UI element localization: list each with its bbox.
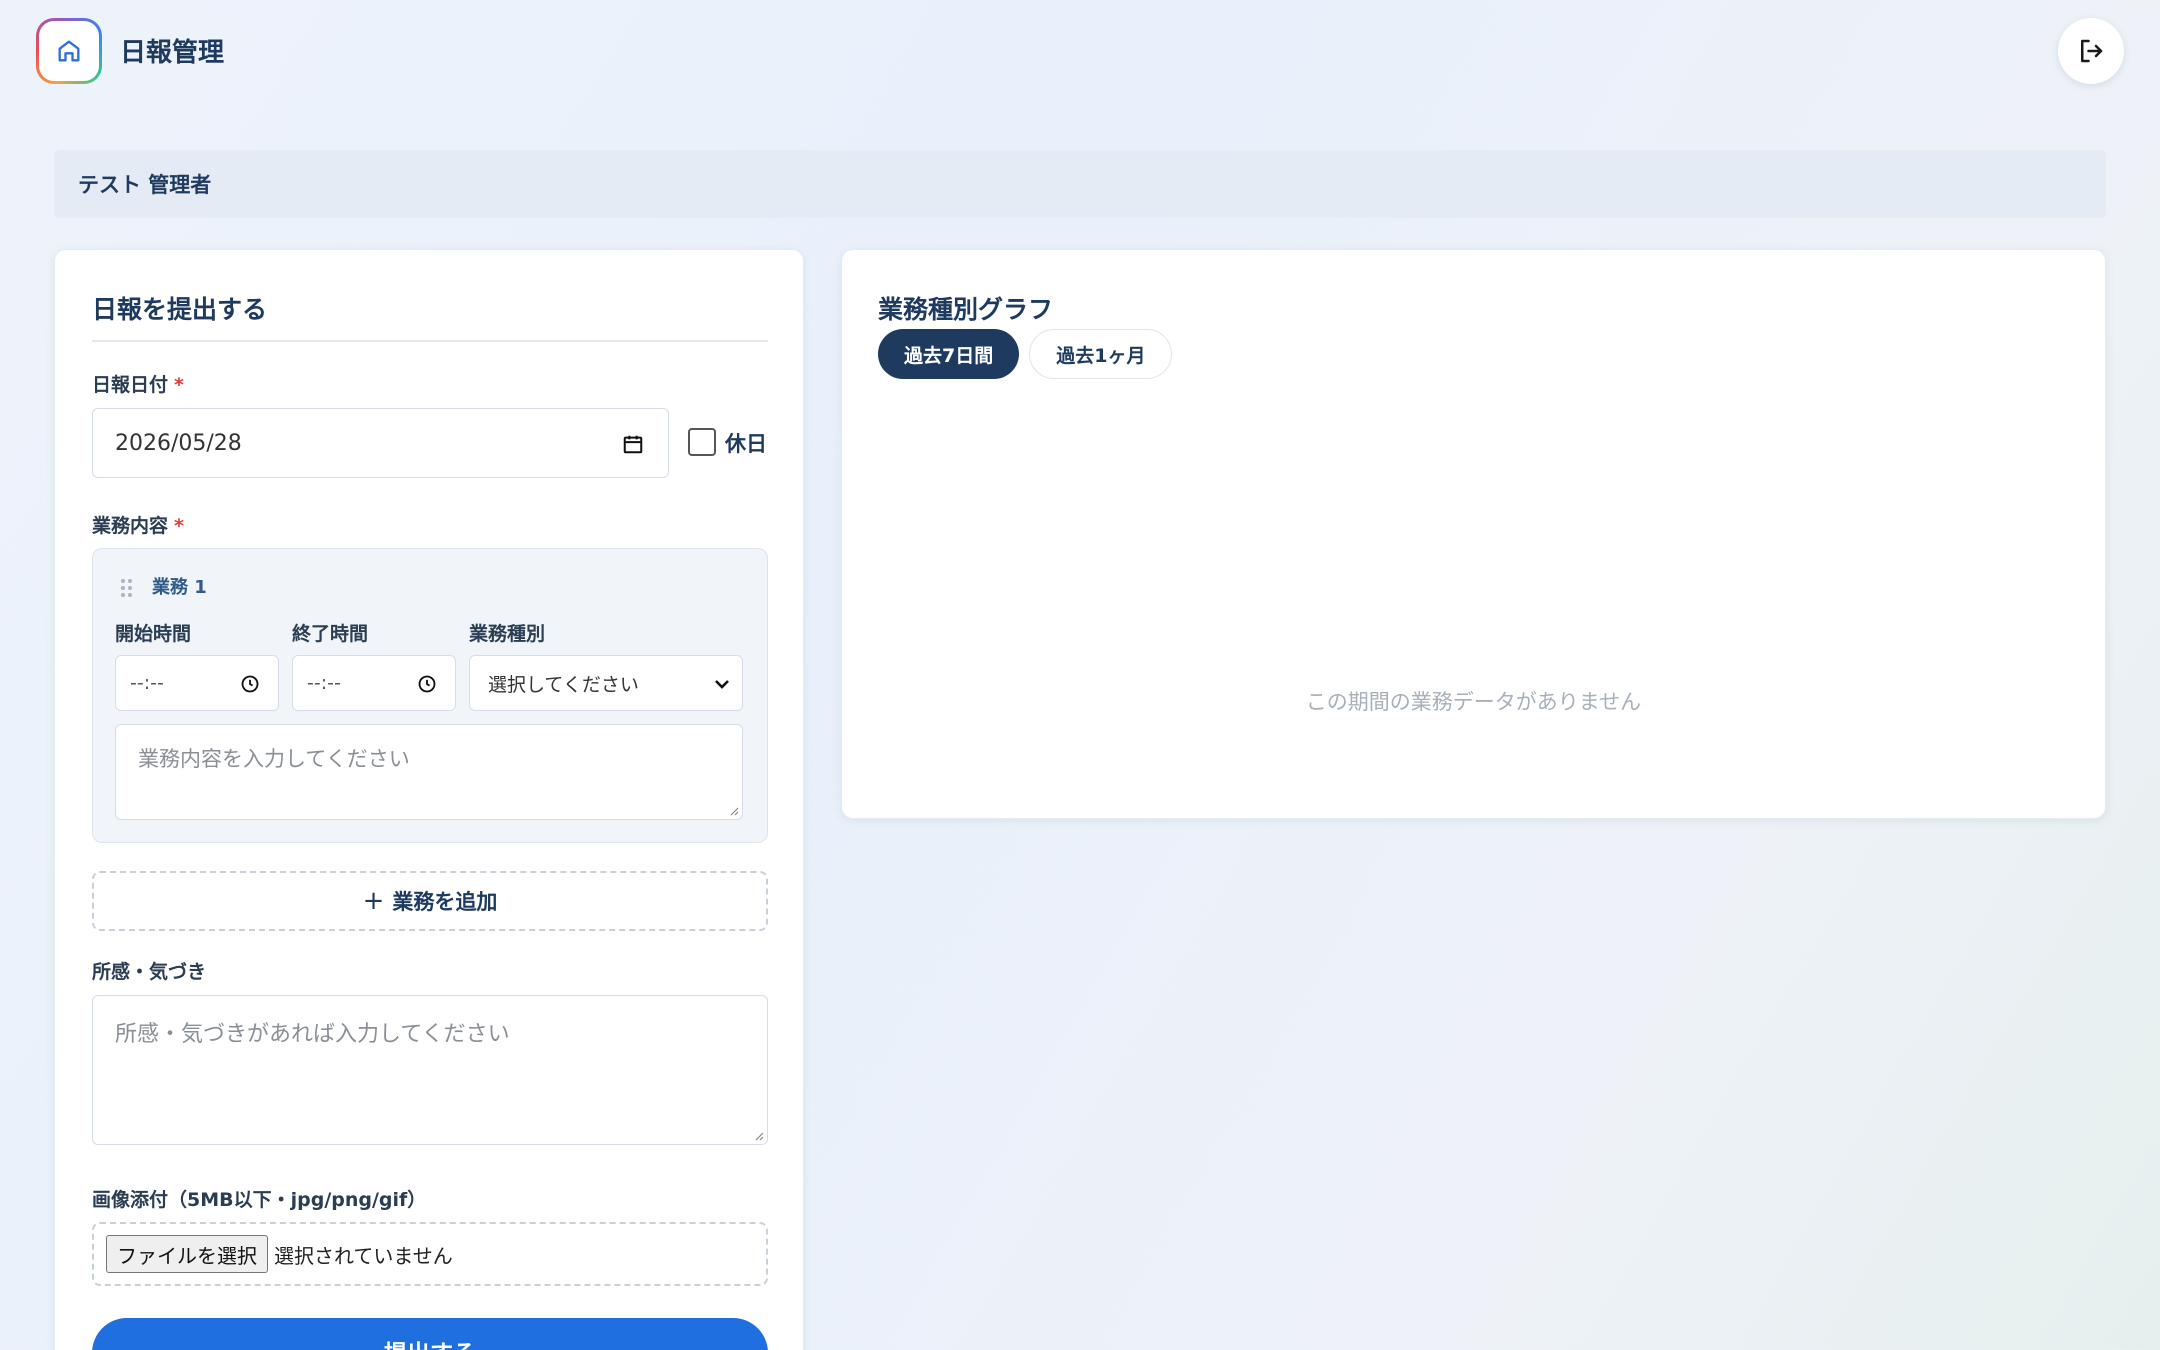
task-title: 業務 1 [152, 577, 207, 598]
holiday-checkbox[interactable] [688, 428, 716, 456]
date-value: 2026/05/28 [115, 430, 242, 456]
holiday-label: 休日 [725, 432, 767, 456]
app-logo[interactable] [36, 18, 102, 84]
home-icon [58, 40, 80, 62]
resize-grip-icon[interactable] [752, 1129, 764, 1141]
logout-button[interactable] [2058, 18, 2124, 84]
notes-placeholder: 所感・気づきがあれば入力してください [115, 1022, 510, 1047]
end-time-input[interactable]: --:-- [292, 655, 456, 711]
report-form-card: 日報を提出する 日報日付 * 2026/05/28 休日 業務内容 * 業務 1 開… [54, 249, 804, 1350]
drag-handle-icon[interactable] [121, 579, 133, 599]
end-time-value: --:-- [307, 672, 341, 694]
form-title: 日報を提出する [92, 295, 268, 324]
notes-label: 所感・気づき [92, 961, 207, 983]
start-time-label: 開始時間 [115, 623, 192, 645]
task-content-textarea[interactable]: 業務内容を入力してください [115, 724, 743, 820]
required-mark: * [174, 374, 184, 396]
submit-button[interactable]: 提出する [92, 1318, 768, 1350]
title-divider [92, 340, 768, 342]
period-tabs: 過去7日間 過去1ヶ月 [878, 329, 1173, 379]
end-time-label: 終了時間 [292, 623, 369, 645]
task-type-label: 業務種別 [469, 623, 546, 645]
logout-icon [2081, 39, 2103, 63]
notes-textarea[interactable]: 所感・気づきがあれば入力してください [92, 995, 768, 1145]
report-date-input[interactable]: 2026/05/28 [92, 408, 669, 478]
start-time-input[interactable]: --:-- [115, 655, 279, 711]
user-name: テスト 管理者 [78, 173, 212, 197]
plus-icon: + [362, 886, 385, 916]
task-type-chart-card: 業務種別グラフ 過去7日間 過去1ヶ月 この期間の業務データがありません [841, 249, 2106, 819]
file-upload-area[interactable]: ファイルを選択 選択されていません [92, 1222, 768, 1286]
clock-icon [241, 675, 259, 693]
task-content-placeholder: 業務内容を入力してください [138, 747, 410, 771]
file-status: 選択されていません [274, 1243, 453, 1268]
chart-empty-message: この期間の業務データがありません [1305, 690, 1642, 714]
task-type-select[interactable]: 選択してください [469, 655, 743, 711]
start-time-value: --:-- [130, 672, 164, 694]
tab-past-1-month[interactable]: 過去1ヶ月 [1029, 329, 1173, 379]
chart-title: 業務種別グラフ [878, 295, 1054, 324]
calendar-icon[interactable] [622, 433, 644, 455]
task-item: 業務 1 開始時間 終了時間 業務種別 --:-- --:-- 選択してください… [92, 548, 768, 843]
tab-past-7-days[interactable]: 過去7日間 [878, 329, 1020, 379]
resize-grip-icon[interactable] [727, 804, 739, 816]
image-attach-label: 画像添付（5MB以下・jpg/png/gif） [92, 1189, 427, 1211]
task-type-selected: 選択してください [488, 673, 639, 696]
choose-file-button[interactable]: ファイルを選択 [106, 1235, 268, 1273]
add-task-label: 業務を追加 [392, 890, 498, 914]
add-task-button[interactable]: + 業務を追加 [92, 871, 768, 931]
date-label: 日報日付 * [92, 374, 184, 396]
app-title: 日報管理 [120, 38, 225, 68]
tasks-label: 業務内容 * [92, 515, 184, 537]
chevron-down-icon [715, 680, 729, 689]
clock-icon [418, 675, 436, 693]
user-bar: テスト 管理者 [54, 150, 2106, 218]
required-mark: * [174, 515, 184, 537]
